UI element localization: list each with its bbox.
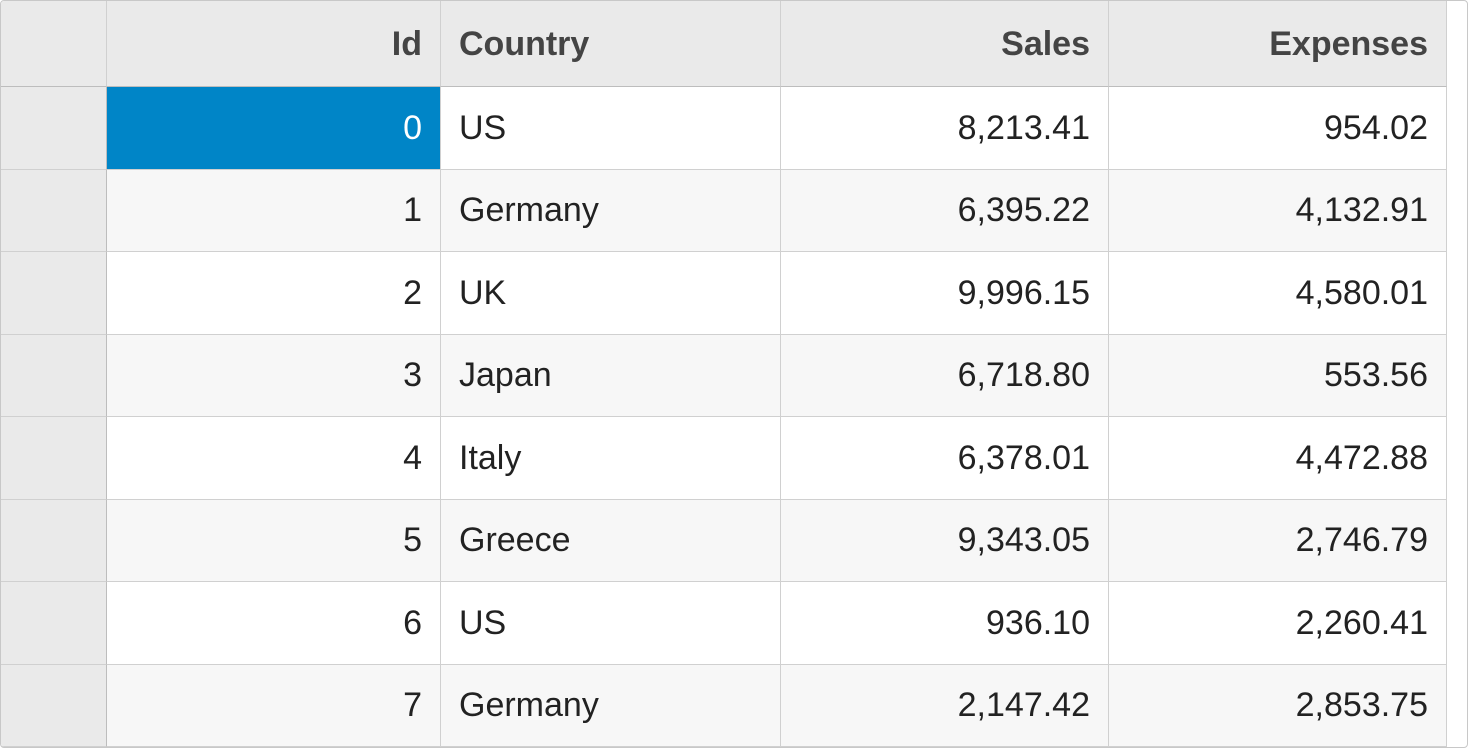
column-header-country[interactable]: Country: [441, 1, 781, 87]
cell-expenses[interactable]: 4,132.91: [1109, 170, 1447, 253]
cell-id[interactable]: 3: [107, 335, 441, 418]
cell-id[interactable]: 6: [107, 582, 441, 665]
cell-expenses[interactable]: 4,580.01: [1109, 252, 1447, 335]
table-row[interactable]: 3 Japan 6,718.80 553.56: [1, 335, 1467, 418]
row-header[interactable]: [1, 170, 107, 253]
cell-expenses[interactable]: 553.56: [1109, 335, 1447, 418]
cell-id[interactable]: 4: [107, 417, 441, 500]
row-header[interactable]: [1, 87, 107, 170]
cell-id[interactable]: 1: [107, 170, 441, 253]
cell-sales[interactable]: 936.10: [781, 582, 1109, 665]
row-header[interactable]: [1, 252, 107, 335]
cell-id[interactable]: 5: [107, 500, 441, 583]
cell-sales[interactable]: 9,996.15: [781, 252, 1109, 335]
table-row[interactable]: 5 Greece 9,343.05 2,746.79: [1, 500, 1467, 583]
table-row[interactable]: 2 UK 9,996.15 4,580.01: [1, 252, 1467, 335]
row-header[interactable]: [1, 665, 107, 748]
cell-sales[interactable]: 6,718.80: [781, 335, 1109, 418]
cell-id[interactable]: 0: [107, 87, 441, 170]
cell-country[interactable]: US: [441, 582, 781, 665]
cell-sales[interactable]: 6,378.01: [781, 417, 1109, 500]
table-row[interactable]: 7 Germany 2,147.42 2,853.75: [1, 665, 1467, 748]
cell-expenses[interactable]: 2,260.41: [1109, 582, 1447, 665]
cell-sales[interactable]: 8,213.41: [781, 87, 1109, 170]
data-grid[interactable]: Id Country Sales Expenses 0 US 8,213.41 …: [0, 0, 1468, 748]
cell-country[interactable]: Italy: [441, 417, 781, 500]
cell-country[interactable]: Germany: [441, 170, 781, 253]
cell-sales[interactable]: 6,395.22: [781, 170, 1109, 253]
grid-body[interactable]: 0 US 8,213.41 954.02 1 Germany 6,395.22 …: [1, 87, 1467, 747]
row-header-corner[interactable]: [1, 1, 107, 87]
cell-id[interactable]: 2: [107, 252, 441, 335]
cell-sales[interactable]: 2,147.42: [781, 665, 1109, 748]
cell-country[interactable]: Germany: [441, 665, 781, 748]
table-row[interactable]: 1 Germany 6,395.22 4,132.91: [1, 170, 1467, 253]
cell-country[interactable]: UK: [441, 252, 781, 335]
cell-sales[interactable]: 9,343.05: [781, 500, 1109, 583]
table-row[interactable]: 0 US 8,213.41 954.02: [1, 87, 1467, 170]
cell-country[interactable]: Greece: [441, 500, 781, 583]
column-header-expenses[interactable]: Expenses: [1109, 1, 1447, 87]
row-header[interactable]: [1, 417, 107, 500]
column-header-id[interactable]: Id: [107, 1, 441, 87]
cell-expenses[interactable]: 954.02: [1109, 87, 1447, 170]
row-header[interactable]: [1, 500, 107, 583]
table-row[interactable]: 6 US 936.10 2,260.41: [1, 582, 1467, 665]
row-header[interactable]: [1, 335, 107, 418]
table-row[interactable]: 4 Italy 6,378.01 4,472.88: [1, 417, 1467, 500]
grid-header-row: Id Country Sales Expenses: [1, 1, 1467, 87]
cell-expenses[interactable]: 4,472.88: [1109, 417, 1447, 500]
row-header[interactable]: [1, 582, 107, 665]
column-header-sales[interactable]: Sales: [781, 1, 1109, 87]
cell-expenses[interactable]: 2,746.79: [1109, 500, 1447, 583]
cell-id[interactable]: 7: [107, 665, 441, 748]
cell-expenses[interactable]: 2,853.75: [1109, 665, 1447, 748]
cell-country[interactable]: US: [441, 87, 781, 170]
cell-country[interactable]: Japan: [441, 335, 781, 418]
